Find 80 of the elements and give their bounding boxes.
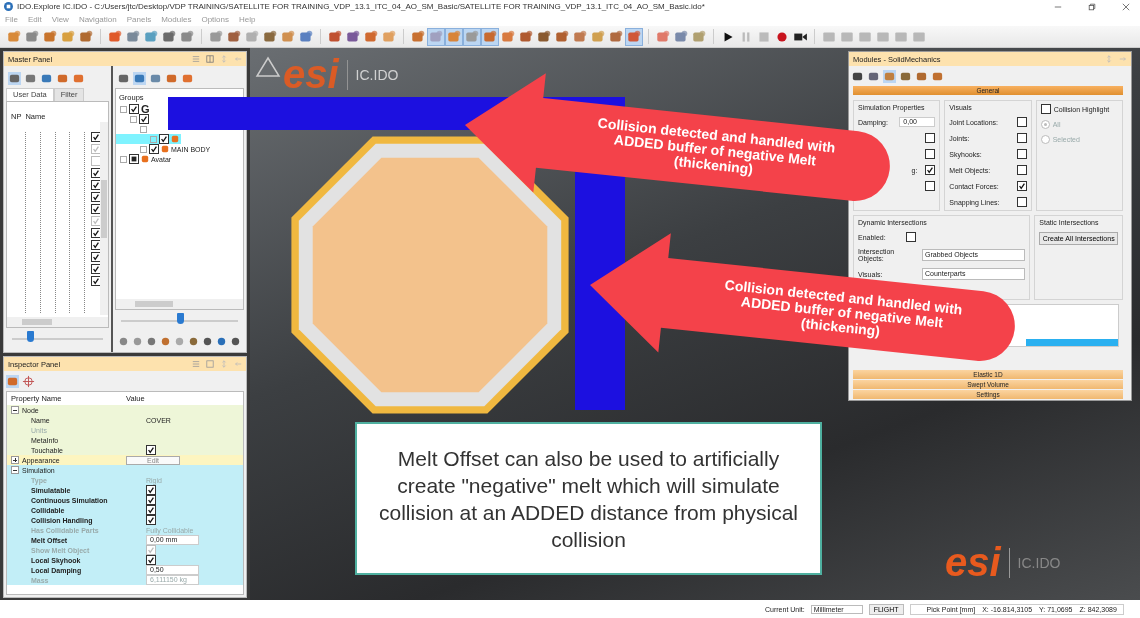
toolbar-icon[interactable] [518, 28, 534, 45]
checkbox[interactable] [1016, 117, 1027, 127]
expander-icon[interactable] [11, 466, 19, 474]
toolbar-icon[interactable] [608, 28, 624, 45]
logo-mark: esi [945, 540, 1001, 585]
toolbar-icon[interactable] [107, 28, 123, 45]
radio-button[interactable] [1040, 120, 1050, 129]
toolbar-icon[interactable] [626, 28, 642, 45]
toolbar-icon[interactable] [655, 28, 671, 45]
toolbar-icon[interactable] [536, 28, 552, 45]
logo-product: IC.IDO [1017, 554, 1061, 571]
checkbox[interactable] [139, 114, 149, 124]
toolbar-icon[interactable] [572, 28, 588, 45]
checkbox[interactable] [1016, 197, 1027, 207]
checkbox[interactable] [925, 181, 936, 191]
toolbar-icon[interactable] [363, 28, 379, 45]
toolbar-icon[interactable] [6, 28, 22, 45]
checkbox[interactable] [1040, 104, 1051, 114]
checkbox[interactable] [1016, 181, 1027, 191]
tool-icon[interactable] [8, 71, 21, 85]
scrollbar[interactable] [7, 317, 108, 327]
checkbox[interactable] [925, 133, 936, 143]
checkbox[interactable] [925, 165, 936, 175]
scrollbar[interactable] [100, 122, 108, 315]
scrollbar[interactable] [116, 299, 243, 309]
toolbar-icon[interactable] [500, 28, 516, 45]
checkbox[interactable] [146, 445, 156, 455]
toolbar-icon[interactable] [125, 28, 141, 45]
toolbar-icon[interactable] [143, 28, 159, 45]
checkbox[interactable] [146, 485, 156, 495]
panel-layout-icon[interactable] [206, 55, 214, 63]
toolbar-icon[interactable] [262, 28, 278, 45]
checkbox[interactable] [129, 154, 139, 164]
toolbar-icon[interactable] [410, 28, 426, 45]
toolbar-icon[interactable] [208, 28, 224, 45]
toolbar-icon[interactable] [24, 28, 40, 45]
toolbar-icon[interactable] [327, 28, 343, 45]
checkbox[interactable] [925, 149, 936, 159]
tool-icon[interactable] [133, 71, 146, 85]
checkbox[interactable] [146, 495, 156, 505]
logo-product: IC.IDO [355, 66, 399, 83]
slider-thumb[interactable] [176, 313, 184, 324]
restore-icon[interactable] [1088, 2, 1096, 11]
tree-row[interactable]: G [116, 104, 152, 114]
toolbar-icon[interactable] [673, 28, 689, 45]
checkbox[interactable] [159, 134, 169, 144]
toolbar-icon[interactable] [161, 28, 177, 45]
arrow-caption: Collision detected and handled with ADDED buffer of negative Melt (thickening) [596, 114, 838, 179]
checkbox[interactable] [1016, 149, 1027, 159]
checkbox[interactable] [1016, 165, 1027, 175]
checkbox[interactable] [146, 515, 156, 525]
toolbar-icon[interactable] [179, 28, 195, 45]
toolbar-icon[interactable] [42, 28, 58, 45]
checkbox[interactable] [149, 144, 159, 154]
checkbox[interactable] [129, 104, 139, 114]
tree-row[interactable] [116, 134, 181, 144]
part-icon [141, 155, 149, 163]
tree-label: G [141, 103, 150, 115]
checkbox[interactable] [146, 555, 156, 565]
toolbar-icon[interactable] [298, 28, 314, 45]
toolbar-icon[interactable] [226, 28, 242, 45]
window-title: IDO.Explore IC.IDO - C:/Users/jtc/Desktop/VDP TRAINING/SATELLITE FOR TRAINING_VDP_13.1_ITC_04_AO_SM_Basic/SATELLITE FOR TRAINING_VDP_13.1_ITC_04_AO_SM_Basic.ido* [17, 2, 705, 11]
toolbar-icon[interactable] [691, 28, 707, 45]
close-icon[interactable] [1122, 2, 1130, 11]
checkbox[interactable] [905, 232, 916, 242]
toolbar-icon[interactable] [554, 28, 570, 45]
toolbar-icon[interactable] [280, 28, 296, 45]
logo-mark: esi [283, 52, 339, 97]
toolbar-icon[interactable] [78, 28, 94, 45]
checkbox[interactable] [146, 505, 156, 515]
warning-icon [255, 56, 281, 77]
expander-icon[interactable] [11, 456, 19, 464]
expander-icon[interactable] [11, 406, 19, 414]
toolbar-icon[interactable] [345, 28, 361, 45]
radio-button[interactable] [1040, 135, 1050, 144]
slider-thumb[interactable] [27, 331, 35, 342]
toolbar-icon[interactable] [482, 28, 498, 45]
crosshair-icon[interactable] [22, 374, 35, 388]
checkbox[interactable] [1016, 133, 1027, 143]
callout-text: Melt Offset can also be used to artificially create "negative" melt which will simulate collision at an ADDED distance from physical collision [378, 445, 799, 553]
